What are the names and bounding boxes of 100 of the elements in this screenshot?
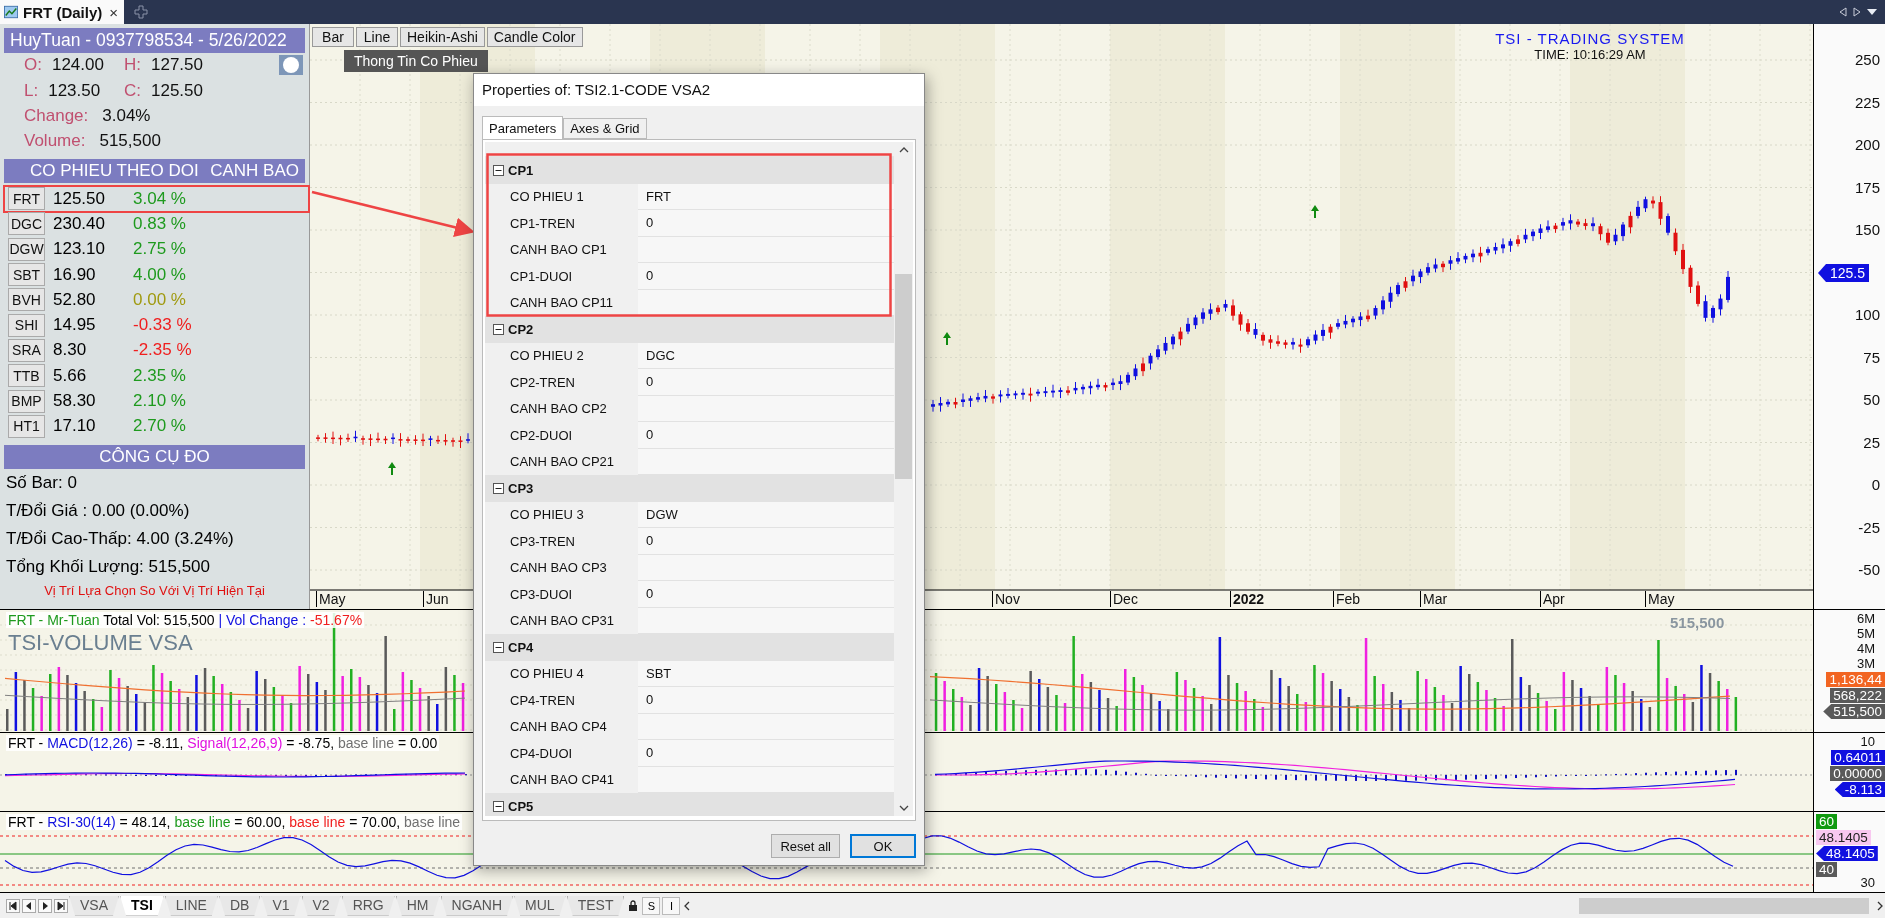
month-label: May xyxy=(1645,591,1675,607)
stock-price: 17.10 xyxy=(53,416,97,437)
last-page-icon[interactable] xyxy=(54,898,68,913)
sheet-tab[interactable]: HM xyxy=(395,895,440,916)
property-value-field[interactable]: 0 xyxy=(638,740,894,767)
add-tool-button[interactable]: I xyxy=(662,896,681,915)
buy-arrow-icon xyxy=(1311,205,1319,218)
account-header: HuyTuan - 0937798534 - 5/26/2022 xyxy=(4,28,305,53)
property-value-field[interactable]: 0 xyxy=(638,687,894,714)
symbol-button[interactable]: SRA xyxy=(8,338,45,362)
property-value-field[interactable]: 0 xyxy=(638,581,894,608)
symbol-button[interactable]: BMP xyxy=(8,389,45,413)
alert-title: CANH BAO xyxy=(210,161,299,181)
add-tab-icon[interactable] xyxy=(134,5,148,19)
property-value-field[interactable]: 0 xyxy=(638,528,894,555)
value-marker: 0.64011 xyxy=(1831,750,1885,765)
price-value: 123.50 xyxy=(48,81,101,101)
dropdown-icon[interactable] xyxy=(1867,8,1877,16)
dialog-button[interactable]: Reset all xyxy=(771,834,840,858)
property-value-field[interactable]: DGC xyxy=(638,342,894,369)
toggle-button[interactable] xyxy=(279,55,303,75)
price-label: H: xyxy=(124,55,141,75)
vertical-scrollbar[interactable] xyxy=(894,142,913,816)
sheet-tab[interactable]: DB xyxy=(218,895,261,916)
add-tool-button[interactable]: S xyxy=(642,896,661,915)
symbol-button[interactable]: DGC xyxy=(8,212,45,236)
stock-change: 0.00 % xyxy=(133,289,186,310)
chart-style-button[interactable]: Heikin-Ashi xyxy=(400,27,485,47)
property-value-field[interactable]: SBT xyxy=(638,660,894,687)
property-value-field[interactable]: 0 xyxy=(638,422,894,449)
sheet-tab[interactable]: VSA xyxy=(69,895,119,916)
symbol-button[interactable]: DGW xyxy=(8,237,45,261)
chart-style-button[interactable]: Bar xyxy=(312,27,354,47)
measure-reading: Tổng Khối Lượng: 515,500 xyxy=(5,555,211,578)
first-page-icon[interactable] xyxy=(6,898,20,913)
scrollbar-thumb[interactable] xyxy=(895,274,912,479)
dialog-button[interactable]: OK xyxy=(850,834,916,858)
sheet-tab[interactable]: LINE xyxy=(164,895,218,916)
stock-price: 230.40 xyxy=(53,213,106,234)
sheet-tab[interactable]: MUL xyxy=(514,895,566,916)
property-value-field[interactable]: 0 xyxy=(638,210,894,237)
property-label: CO PHIEU 1 xyxy=(509,188,585,207)
property-value-field[interactable]: DGW xyxy=(638,501,894,528)
sheet-tab[interactable]: V2 xyxy=(301,895,341,916)
property-value-field[interactable] xyxy=(638,395,894,422)
axis-label: 3M xyxy=(1856,656,1876,671)
group-heading: CP2 xyxy=(508,321,534,337)
sheet-tab[interactable]: NGANH xyxy=(440,895,514,916)
property-value-field[interactable] xyxy=(638,448,894,475)
last-price-marker: 125.5 xyxy=(1818,264,1870,282)
stock-change: 0.83 % xyxy=(133,213,186,234)
property-value-field[interactable]: FRT xyxy=(638,183,894,210)
chart-style-button[interactable]: Candle Color xyxy=(486,27,583,47)
property-value-field[interactable] xyxy=(638,236,894,263)
property-label: CO PHIEU 4 xyxy=(509,665,585,684)
measure-tool-header: CÔNG CỤ ĐO xyxy=(4,444,305,469)
chart-title: TSI - TRADING SYSTEM xyxy=(1495,30,1685,47)
stock-price: 123.10 xyxy=(53,239,106,260)
symbol-button[interactable]: FRT xyxy=(8,187,45,211)
symbol-button[interactable]: BVH xyxy=(8,288,45,312)
symbol-button[interactable]: TTB xyxy=(8,364,45,388)
property-value-field[interactable]: 0 xyxy=(638,369,894,396)
dialog-tab[interactable]: Axes & Grid xyxy=(563,118,647,139)
collapse-icon[interactable] xyxy=(493,482,504,494)
price-value: 125.50 xyxy=(151,81,203,101)
scroll-down-icon[interactable] xyxy=(898,804,909,812)
scroll-right-icon[interactable] xyxy=(1853,7,1861,17)
collapse-icon[interactable] xyxy=(493,800,504,812)
sheet-tab[interactable]: TEST xyxy=(566,895,625,916)
group-heading: CP1 xyxy=(508,162,534,178)
symbol-button[interactable]: SBT xyxy=(8,263,45,287)
scroll-up-icon[interactable] xyxy=(898,146,909,154)
symbol-button[interactable]: HT1 xyxy=(8,414,45,438)
sheet-tab[interactable]: RRG xyxy=(341,895,395,916)
close-button[interactable]: × xyxy=(107,3,120,21)
previous-icon[interactable] xyxy=(22,898,36,913)
property-label: CP1-DUOI xyxy=(509,267,574,286)
collapse-icon[interactable] xyxy=(493,323,504,335)
sheet-tab[interactable]: TSI xyxy=(120,895,164,916)
next-icon[interactable] xyxy=(38,898,52,913)
document-tab[interactable]: FRT (Daily) × xyxy=(0,0,124,24)
axis-label: -25 xyxy=(1858,518,1880,537)
stock-change: 2.70 % xyxy=(133,416,186,437)
scroll-left-icon[interactable] xyxy=(1839,7,1847,17)
buy-arrow-icon xyxy=(388,462,396,475)
collapse-icon[interactable] xyxy=(493,164,504,176)
property-label: CP4-TREN xyxy=(509,691,576,710)
chart-style-button[interactable]: Line xyxy=(356,27,398,47)
measure-note: Vị Trí Lựa Chọn So Với Vị Trí Hiện Tại xyxy=(43,581,266,598)
collapse-icon[interactable] xyxy=(493,641,504,653)
stock-change: 2.10 % xyxy=(133,391,186,411)
axis-label: 6M xyxy=(1856,611,1876,626)
axis-label: 250 xyxy=(1854,51,1880,69)
property-label: CP3-DUOI xyxy=(509,585,574,604)
stock-price: 52.80 xyxy=(53,289,97,310)
symbol-button[interactable]: SHI xyxy=(8,313,45,337)
property-value-field[interactable]: 0 xyxy=(638,263,894,290)
month-label: 2022 xyxy=(1230,591,1265,607)
sheet-tab[interactable]: V1 xyxy=(261,895,301,916)
dialog-tab[interactable]: Parameters xyxy=(482,116,564,139)
